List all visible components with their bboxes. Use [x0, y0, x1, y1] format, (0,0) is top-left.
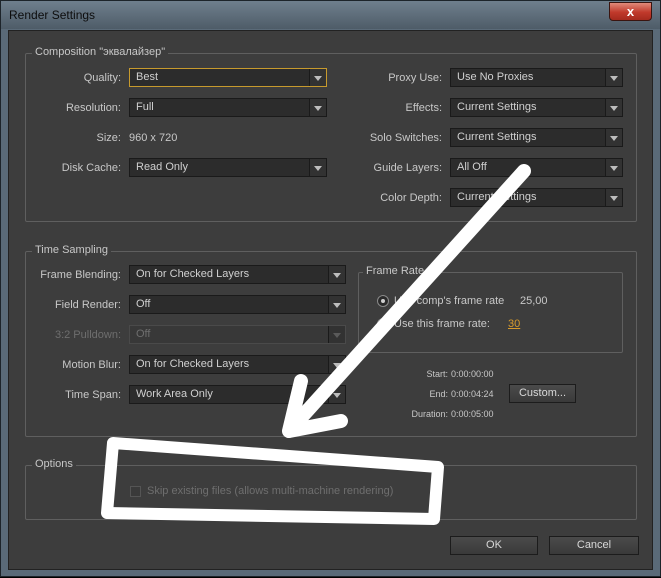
annotation-highlight-box — [101, 437, 444, 525]
annotation-overlay — [101, 164, 531, 525]
render-settings-window: Render Settings x Composition "эквалайзе… — [0, 0, 661, 577]
annotation-arrow-icon — [282, 164, 531, 438]
